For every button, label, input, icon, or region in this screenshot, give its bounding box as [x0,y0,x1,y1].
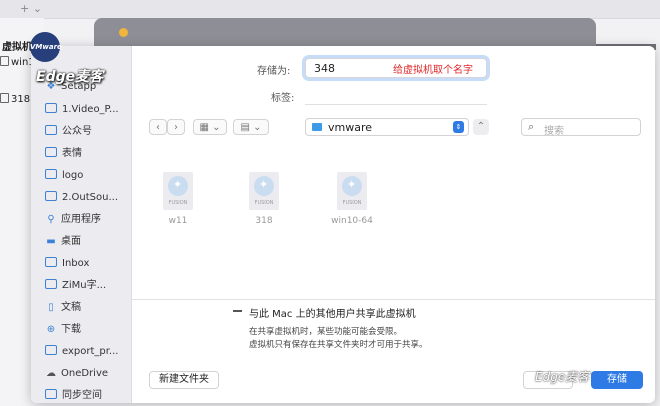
desktop-icon: ▬ [46,236,56,247]
folder-icon [312,123,322,131]
file-item[interactable]: FUSION 318 [239,172,289,226]
sidebar-item-sync[interactable]: 同步空间 [45,387,102,403]
sidebar-item-applications[interactable]: ⚲ 应用程序 [45,211,101,229]
document-icon: ▯ [48,302,54,313]
vm-list-item[interactable]: win1 [0,56,35,68]
brand-logo: VMware [30,32,62,62]
annotation-text: 给虚拟机取个名字 [393,65,473,76]
vm-icon [0,56,9,66]
save-button[interactable]: 存储 [591,371,643,389]
folder-icon [45,257,57,267]
save-dialog: ❖ Setapp 1.Video_P... 公众号 表情 logo 2.OutSo… [31,46,655,403]
search-icon: ⌕ [528,120,535,133]
sidebar-item-gongzhonghao[interactable]: 公众号 [45,123,92,141]
background-titlebar: + ⌄ [0,0,660,19]
vmware-file-icon: FUSION [163,172,193,210]
folder-icon [45,125,57,135]
sidebar-item-outsource[interactable]: 2.OutSou... [45,189,118,207]
minimize-dot-icon[interactable] [119,28,128,37]
sidebar-item-logo[interactable]: logo [45,167,83,185]
search-input[interactable]: ⌕ 搜索 [521,118,641,137]
vm-library-title: 虚拟机 [2,42,32,53]
share-checkbox[interactable] [233,310,242,312]
folder-icon [45,147,57,157]
expand-button[interactable]: ⌃ [473,119,489,135]
divider [131,299,655,300]
sidebar-item-documents[interactable]: ▯ 文稿 [45,299,81,317]
sidebar-item-desktop[interactable]: ▬ 桌面 [45,233,81,251]
vmware-file-icon: FUSION [249,172,279,210]
folder-icon [45,169,57,179]
sidebar-item-zimu[interactable]: ZiMu字... [45,277,106,295]
tags-field[interactable] [305,86,487,105]
folder-icon [45,191,57,201]
vmware-file-icon: FUSION [337,172,367,210]
group-mode-button[interactable]: ▤ ⌄ [233,119,269,135]
sidebar-item-video[interactable]: 1.Video_P... [45,101,119,119]
brand-name: Edge麦客 [36,69,104,85]
share-option-label: 与此 Mac 上的其他用户共享此虚拟机 [249,309,416,320]
watermark: Edge麦客 [535,370,590,384]
vm-icon [0,93,9,103]
back-button[interactable]: ‹ [149,119,167,135]
sidebar-item-export[interactable]: export_pr... [45,343,118,361]
folder-icon [45,103,57,113]
chevron-updown-icon: ⇕ [453,121,464,133]
sidebar-item-onedrive[interactable]: ☁ OneDrive [45,365,108,383]
sidebar-item-downloads[interactable]: ⊕ 下载 [45,321,81,339]
sidebar-item-biaoqing[interactable]: 表情 [45,145,82,163]
cloud-icon: ☁ [46,368,56,379]
file-item[interactable]: FUSION w11 [153,172,203,226]
sidebar-item-inbox[interactable]: Inbox [45,255,89,273]
folder-icon [45,279,57,289]
download-icon: ⊕ [46,324,56,335]
tags-label: 标签: [271,93,295,104]
share-note: 虚拟机只有保存在共享文件夹时才可用于共享。 [249,340,428,350]
search-placeholder: 搜索 [544,126,564,137]
file-item[interactable]: FUSION win10-64 [327,172,377,226]
folder-icon [45,345,57,355]
save-as-label: 存储为: [257,66,291,77]
folder-icon [45,389,57,399]
location-label: vmware [328,121,373,134]
finder-sidebar: ❖ Setapp 1.Video_P... 公众号 表情 logo 2.OutSo… [31,46,132,403]
new-folder-button[interactable]: 新建文件夹 [149,371,219,389]
view-mode-button[interactable]: ▦ ⌄ [193,119,227,135]
background-vm-window [94,18,596,48]
add-vm-control[interactable]: + ⌄ [20,2,42,15]
applications-icon: ⚲ [47,214,55,225]
share-note: 在共享虚拟机时，某些功能可能会受限。 [249,327,403,337]
vm-list-item[interactable]: 318 [0,93,30,105]
forward-button[interactable]: › [167,119,185,135]
location-popup[interactable]: vmware ⇕ [305,118,469,136]
